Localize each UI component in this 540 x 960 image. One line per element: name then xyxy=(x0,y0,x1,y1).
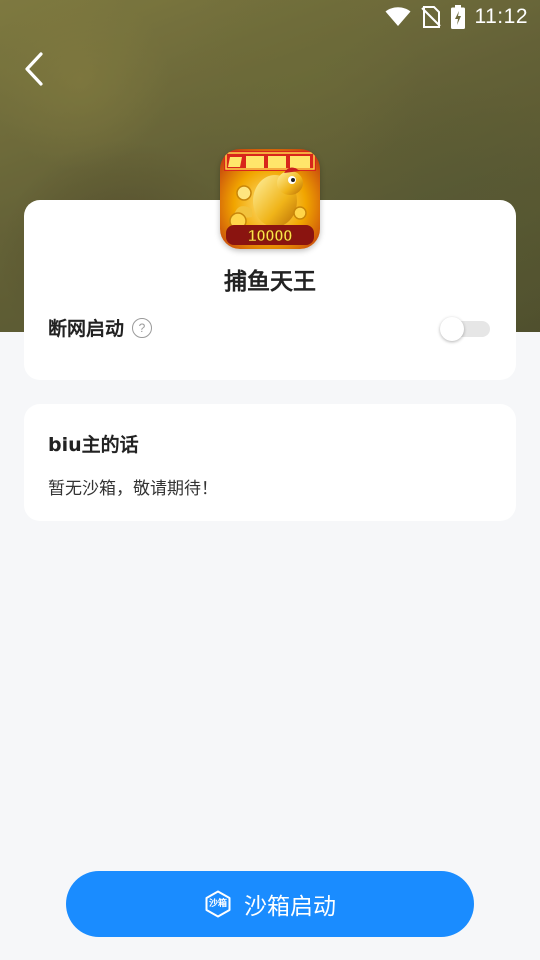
sandbox-icon: 沙箱 xyxy=(204,890,232,918)
battery-charging-icon xyxy=(450,5,465,29)
wifi-icon xyxy=(385,7,410,26)
question-circle-icon[interactable]: ? xyxy=(132,317,153,338)
chevron-left-icon xyxy=(25,52,43,86)
offline-launch-row: 断网启动 ? xyxy=(48,314,153,341)
app-name: 捕鱼天王 xyxy=(224,269,316,295)
app-icon: 10000 xyxy=(220,149,320,249)
sandbox-launch-label: 沙箱启动 xyxy=(244,894,336,920)
note-card xyxy=(24,404,516,521)
status-time: 11:12 xyxy=(474,5,528,28)
offline-launch-label: 断网启动 xyxy=(48,318,125,340)
back-button[interactable] xyxy=(14,46,54,92)
app-icon-coin-text: 10000 xyxy=(248,228,293,245)
offline-launch-toggle[interactable] xyxy=(440,317,490,341)
note-text: 暂无沙箱，敬请期待！ xyxy=(48,479,218,499)
sandbox-badge-text: 沙箱 xyxy=(208,899,227,909)
no-sim-icon xyxy=(420,6,441,28)
status-bar: 11:12 xyxy=(0,0,540,36)
toggle-knob xyxy=(440,317,464,341)
sandbox-launch-button[interactable]: 沙箱 沙箱启动 xyxy=(66,871,474,937)
note-title: biu主的话 xyxy=(48,434,139,456)
